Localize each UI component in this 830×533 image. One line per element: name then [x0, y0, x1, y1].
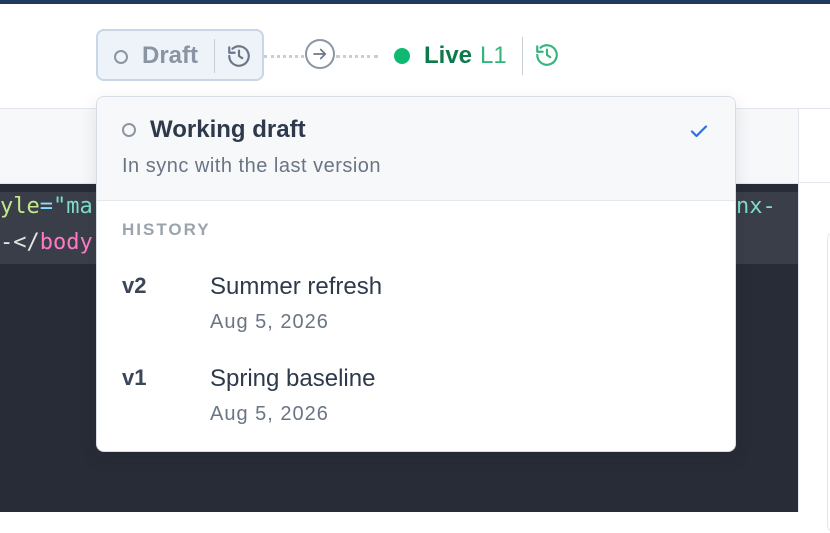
code-line-1: yle="ma: [0, 194, 93, 219]
current-version-subtitle: In sync with the last version: [122, 155, 382, 177]
live-history-icon[interactable]: [534, 42, 560, 68]
history-date: Aug 5, 2026: [210, 311, 329, 333]
live-status-dot: [394, 48, 410, 64]
history-name: Spring baseline: [210, 365, 376, 392]
promote-button[interactable]: [305, 39, 335, 69]
code-line-2: -</body: [0, 230, 93, 255]
draft-status-icon: [122, 123, 136, 137]
right-panel: [798, 109, 830, 533]
current-version-item[interactable]: Working draft In sync with the last vers…: [97, 97, 735, 201]
code-equals: =: [39, 194, 53, 219]
history-item-v2[interactable]: v2 Summer refresh Aug 5, 2026: [97, 273, 735, 363]
draft-label: Draft: [142, 42, 199, 69]
history-heading: HISTORY: [122, 220, 211, 239]
history-date: Aug 5, 2026: [210, 403, 329, 425]
history-version: v2: [122, 273, 147, 298]
arrow-right-icon: [313, 48, 327, 60]
draft-status-icon: [114, 50, 128, 64]
history-item-v1[interactable]: v1 Spring baseline Aug 5, 2026: [97, 365, 735, 451]
history-icon[interactable]: [226, 43, 252, 69]
live-label[interactable]: Live: [424, 42, 472, 70]
live-level-badge[interactable]: L1: [480, 42, 507, 70]
code-string: ma: [66, 194, 93, 219]
code-attr: yle: [0, 194, 40, 219]
check-icon: [690, 125, 708, 138]
right-panel-divider: [799, 182, 830, 183]
code-tag: body: [39, 230, 93, 255]
live-divider: [522, 37, 523, 75]
connector-right: [336, 55, 378, 58]
connector-left: [264, 55, 304, 58]
draft-status-pill[interactable]: Draft: [96, 29, 264, 81]
history-name: Summer refresh: [210, 273, 383, 300]
history-version: v1: [122, 365, 147, 390]
code-punct: -</: [0, 230, 40, 255]
current-version-title: Working draft: [150, 116, 306, 143]
draft-pill-divider: [214, 39, 215, 73]
code-line-1-tail: nx-: [736, 194, 776, 219]
code-quote: ": [53, 194, 67, 219]
version-dropdown: Working draft In sync with the last vers…: [96, 96, 736, 452]
